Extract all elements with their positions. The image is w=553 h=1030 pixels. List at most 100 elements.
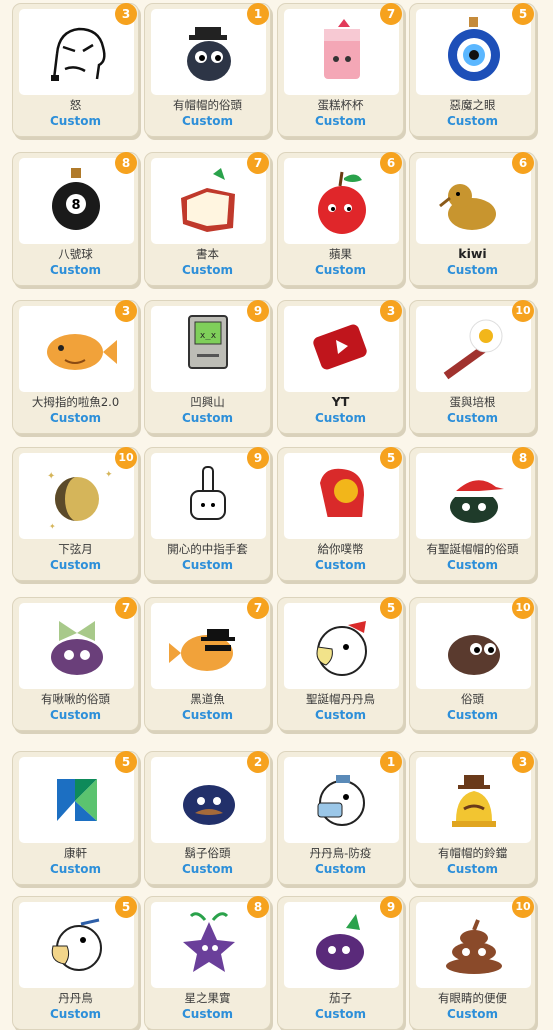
count-badge: 5 <box>380 447 402 469</box>
mitten-coin-icon <box>284 453 399 539</box>
count-badge: 9 <box>247 300 269 322</box>
emoticon-name: 丹丹鳥 <box>58 991 93 1005</box>
emoticon-card[interactable]: 9 開心的中指手套 Custom <box>144 447 271 581</box>
count-badge: 7 <box>247 152 269 174</box>
middle-finger-glove-icon <box>151 453 266 539</box>
custom-link[interactable]: Custom <box>13 558 138 572</box>
emoticon-card[interactable]: 9 茄子 Custom <box>277 896 404 1030</box>
emoticon-card[interactable]: 8 有聖誕帽帽的俗頭 Custom <box>409 447 536 581</box>
youtube-icon <box>284 306 399 392</box>
custom-link[interactable]: Custom <box>278 558 403 572</box>
custom-link[interactable]: Custom <box>13 114 138 128</box>
santa-bird-icon <box>284 603 399 689</box>
custom-link[interactable]: Custom <box>278 862 403 876</box>
custom-link[interactable]: Custom <box>278 263 403 277</box>
count-badge: 10 <box>512 597 534 619</box>
bell-icon <box>416 757 531 843</box>
emoticon-card[interactable]: 5 丹丹鳥 Custom <box>12 896 139 1030</box>
emoticon-name: 惡魔之眼 <box>449 98 496 112</box>
emoticon-card[interactable]: 10 蛋與培根 Custom <box>409 300 536 434</box>
emoticon-card[interactable]: 2 鬍子俗頭 Custom <box>144 751 271 885</box>
custom-link[interactable]: Custom <box>410 1007 535 1021</box>
count-badge: 9 <box>247 447 269 469</box>
emoticon-card[interactable]: 6 蘋果 Custom <box>277 152 404 286</box>
custom-link[interactable]: Custom <box>13 708 138 722</box>
emoticon-name: 茄子 <box>329 991 352 1005</box>
custom-link[interactable]: Custom <box>410 411 535 425</box>
custom-link[interactable]: Custom <box>410 263 535 277</box>
count-badge: 8 <box>247 896 269 918</box>
emoticon-name: 下弦月 <box>58 542 93 556</box>
mustache-blob-icon <box>151 757 266 843</box>
custom-link[interactable]: Custom <box>145 708 270 722</box>
emoticon-card[interactable]: 10 有眼睛的便便 Custom <box>409 896 536 1030</box>
eggplant-icon <box>284 902 399 988</box>
emoticon-card[interactable]: x_x 9 凹興山 Custom <box>144 300 271 434</box>
emoticon-card[interactable]: 5 惡魔之眼 Custom <box>409 3 536 137</box>
emoticon-name: 有啾啾的俗頭 <box>41 692 110 706</box>
count-badge: 3 <box>115 3 137 25</box>
custom-link[interactable]: Custom <box>13 862 138 876</box>
emoticon-name: 有帽帽的鈴鐺 <box>438 846 507 860</box>
svg-text:8: 8 <box>71 198 80 213</box>
custom-link[interactable]: Custom <box>145 862 270 876</box>
bird-icon <box>19 902 134 988</box>
emoticon-card[interactable]: 1 丹丹鳥-防疫 Custom <box>277 751 404 885</box>
emoticon-name: 俗頭 <box>461 692 484 706</box>
emoticon-card[interactable]: 5 給你噗幣 Custom <box>277 447 404 581</box>
emoticon-card[interactable]: 3 有帽帽的鈴鐺 Custom <box>409 751 536 885</box>
emoticon-name: 黑道魚 <box>190 692 225 706</box>
emoticon-card[interactable]: 3 YT Custom <box>277 300 404 434</box>
emoticon-card[interactable]: 6 kiwi Custom <box>409 152 536 286</box>
custom-link[interactable]: Custom <box>410 114 535 128</box>
emoticon-name: 有帽帽的俗頭 <box>173 98 242 112</box>
count-badge: 3 <box>380 300 402 322</box>
custom-link[interactable]: Custom <box>278 708 403 722</box>
count-badge: 9 <box>380 896 402 918</box>
custom-link[interactable]: Custom <box>13 1007 138 1021</box>
custom-link[interactable]: Custom <box>145 558 270 572</box>
emoticon-card[interactable]: 8 星之果實 Custom <box>144 896 271 1030</box>
emoticon-card[interactable]: ✦ ✦ ✦ 10 下弦月 Custom <box>12 447 139 581</box>
emoticon-name: 凹興山 <box>190 395 225 409</box>
custom-link[interactable]: Custom <box>410 558 535 572</box>
emoticon-card[interactable]: 5 康軒 Custom <box>12 751 139 885</box>
count-badge: 10 <box>512 896 534 918</box>
emoticon-card[interactable]: 7 有啾啾的俗頭 Custom <box>12 597 139 731</box>
emoticon-card[interactable]: 8 8 八號球 Custom <box>12 152 139 286</box>
hat-blob-icon <box>151 9 266 95</box>
bow-blob-icon <box>19 603 134 689</box>
santa-blob-icon <box>416 453 531 539</box>
count-badge: 10 <box>115 447 137 469</box>
custom-link[interactable]: Custom <box>278 1007 403 1021</box>
custom-link[interactable]: Custom <box>145 263 270 277</box>
emoticon-card[interactable]: 3 怒 Custom <box>12 3 139 137</box>
custom-link[interactable]: Custom <box>410 708 535 722</box>
custom-link[interactable]: Custom <box>13 263 138 277</box>
custom-link[interactable]: Custom <box>145 411 270 425</box>
star-fruit-icon <box>151 902 266 988</box>
custom-link[interactable]: Custom <box>410 862 535 876</box>
count-badge: 8 <box>115 152 137 174</box>
emoticon-card[interactable]: 7 黑道魚 Custom <box>144 597 271 731</box>
svg-text:✦: ✦ <box>47 471 55 482</box>
svg-text:✦: ✦ <box>105 470 113 480</box>
count-badge: 8 <box>512 447 534 469</box>
emoticon-card[interactable]: 7 蛋糕杯杯 Custom <box>277 3 404 137</box>
custom-link[interactable]: Custom <box>278 114 403 128</box>
emoticon-card[interactable]: 1 有帽帽的俗頭 Custom <box>144 3 271 137</box>
emoticon-card[interactable]: 3 大拇指的啦魚2.0 Custom <box>12 300 139 434</box>
custom-link[interactable]: Custom <box>145 1007 270 1021</box>
emoticon-name: 給你噗幣 <box>317 542 364 556</box>
emoticon-card[interactable]: 7 書本 Custom <box>144 152 271 286</box>
moon-icon: ✦ ✦ ✦ <box>19 453 134 539</box>
retro-computer-icon: x_x <box>151 306 266 392</box>
custom-link[interactable]: Custom <box>278 411 403 425</box>
emoticon-name: YT <box>331 394 350 409</box>
custom-link[interactable]: Custom <box>145 114 270 128</box>
emoticon-card[interactable]: 5 聖誕帽丹丹鳥 Custom <box>277 597 404 731</box>
emoticon-name: 八號球 <box>58 247 93 261</box>
emoticon-card[interactable]: 10 俗頭 Custom <box>409 597 536 731</box>
custom-link[interactable]: Custom <box>13 411 138 425</box>
cake-cup-icon <box>284 9 399 95</box>
